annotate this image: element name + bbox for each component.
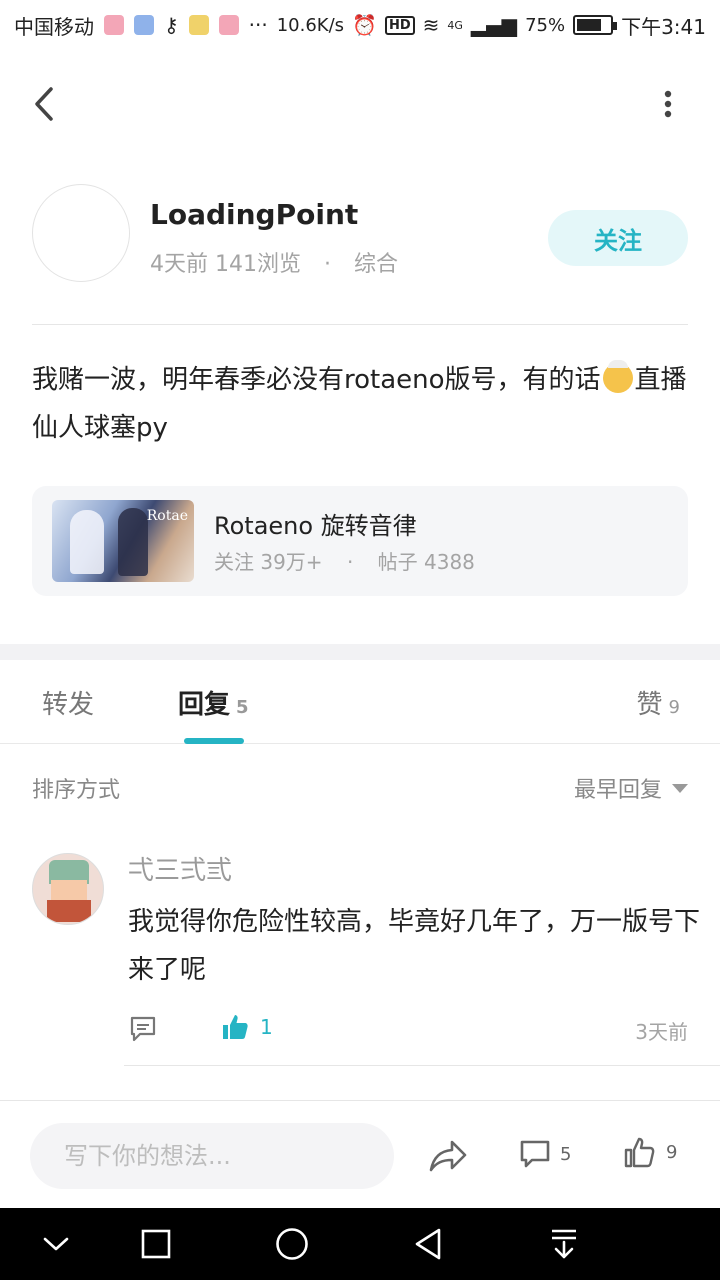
top-bar bbox=[0, 70, 720, 140]
topic-card[interactable]: Rotae Rotaeno 旋转音律 关注 39万+ · 帖子 4388 bbox=[32, 486, 688, 596]
active-tab-indicator bbox=[184, 738, 244, 744]
topic-thumb-logo: Rotae bbox=[146, 508, 188, 524]
commenter-avatar[interactable] bbox=[32, 853, 104, 925]
app-notification-icon bbox=[218, 15, 239, 35]
comment-item: 弌三弍弎 我觉得你危险性较高，毕竟好几年了，万一版号下来了呢 1 3天前 bbox=[32, 850, 720, 1070]
interaction-tabs: 转发 回复 5 赞9 bbox=[0, 660, 720, 744]
back-icon bbox=[35, 87, 53, 121]
comment-reply-button[interactable] bbox=[128, 1014, 158, 1044]
app-notification-icon bbox=[188, 15, 209, 35]
post-text-part1: 我赌一波，明年春季必没有rotaeno版号，有的话 bbox=[32, 365, 601, 395]
battery-icon bbox=[573, 15, 618, 35]
tab-like-count: 9 bbox=[668, 697, 680, 718]
status-bar: 中国移动 ⚷ ··· 10.6K/s ⏰ HD ≋ 4G ▂▄▆ 75% 下午3… bbox=[0, 0, 720, 50]
wifi-icon: ≋ bbox=[422, 13, 440, 37]
net-speed: 10.6K/s bbox=[276, 14, 345, 36]
battery-percent: 75% bbox=[525, 14, 566, 36]
download-tray-icon bbox=[552, 1229, 576, 1259]
like-button[interactable]: 9 bbox=[622, 1135, 677, 1169]
post-category[interactable]: 综合 bbox=[354, 252, 398, 277]
tab-like[interactable]: 赞9 bbox=[637, 684, 680, 721]
app-notification-icon bbox=[134, 15, 154, 35]
post-views: 141浏览 bbox=[215, 252, 301, 277]
author-name[interactable]: LoadingPoint bbox=[150, 198, 358, 231]
reply-input[interactable] bbox=[30, 1123, 394, 1189]
share-icon bbox=[429, 1140, 467, 1172]
comment-text: 我觉得你危险性较高，毕竟好几年了，万一版号下来了呢 bbox=[128, 907, 701, 985]
tab-reply-count: 5 bbox=[236, 697, 249, 718]
thumbs-up-icon bbox=[624, 1137, 655, 1168]
comment-icon bbox=[520, 1140, 550, 1168]
comment-like-button[interactable]: 1 bbox=[220, 1012, 273, 1042]
comment-time: 3天前 bbox=[635, 1020, 688, 1044]
section-separator bbox=[0, 644, 720, 660]
sort-value: 最早回复 bbox=[573, 778, 662, 803]
bottom-action-bar: 5 9 bbox=[0, 1100, 720, 1208]
comment-like-count: 1 bbox=[260, 1015, 273, 1039]
comment-count: 5 bbox=[560, 1143, 572, 1165]
topic-thumbnail: Rotae bbox=[52, 500, 194, 582]
nav-notifications-button[interactable] bbox=[546, 1226, 582, 1262]
nav-back-button[interactable] bbox=[410, 1226, 446, 1262]
clock: 下午3:41 bbox=[621, 14, 706, 39]
sort-dropdown[interactable]: 最早回复 bbox=[574, 772, 688, 804]
sort-label: 排序方式 bbox=[32, 778, 121, 803]
tab-reply-label: 回复 bbox=[178, 690, 231, 720]
topic-meta: 关注 39万+ · 帖子 4388 bbox=[214, 546, 475, 575]
triangle-back-icon bbox=[415, 1228, 441, 1260]
circle-icon bbox=[276, 1228, 308, 1260]
tab-reply[interactable]: 回复 5 bbox=[178, 684, 249, 721]
comment-actions: 1 3天前 bbox=[128, 1012, 688, 1048]
network-type: 4G bbox=[447, 18, 463, 32]
carrier-label: 中国移动 bbox=[14, 14, 94, 39]
meta-separator: · bbox=[346, 550, 354, 574]
post-author-header: LoadingPoint 4天前 141浏览 · 综合 关注 bbox=[32, 184, 688, 284]
meta-separator: · bbox=[324, 252, 331, 277]
divider bbox=[32, 324, 688, 325]
post-meta: 4天前 141浏览 · 综合 bbox=[150, 246, 398, 278]
nav-home-button[interactable] bbox=[274, 1226, 310, 1262]
thumbs-up-icon bbox=[223, 1015, 248, 1039]
author-avatar[interactable] bbox=[32, 184, 130, 282]
topic-title: Rotaeno 旋转音律 bbox=[214, 512, 417, 540]
system-nav-bar bbox=[0, 1208, 720, 1280]
like-count: 9 bbox=[666, 1141, 678, 1163]
back-button[interactable] bbox=[24, 84, 64, 124]
tab-like-label: 赞 bbox=[636, 690, 663, 720]
app-notification-icon bbox=[104, 15, 124, 35]
post-time: 4天前 bbox=[150, 252, 208, 277]
hd-icon: HD bbox=[384, 15, 415, 35]
sort-bar: 排序方式 最早回复 bbox=[32, 764, 688, 808]
comment-button[interactable]: 5 bbox=[518, 1137, 571, 1171]
topic-followers: 关注 39万+ bbox=[214, 550, 323, 574]
topic-posts: 帖子 4388 bbox=[377, 550, 475, 574]
nav-recents-button[interactable] bbox=[138, 1226, 174, 1262]
commenter-name[interactable]: 弌三弍弎 bbox=[128, 850, 232, 887]
share-button[interactable] bbox=[428, 1139, 468, 1175]
nav-collapse-button[interactable] bbox=[38, 1226, 74, 1262]
more-vertical-icon bbox=[664, 90, 672, 118]
signal-icon: ▂▄▆ bbox=[470, 13, 518, 37]
chevron-down-icon bbox=[672, 783, 688, 793]
chevron-down-icon bbox=[43, 1237, 69, 1251]
more-options-button[interactable] bbox=[656, 84, 680, 124]
divider bbox=[124, 1065, 720, 1066]
tab-repost[interactable]: 转发 bbox=[42, 684, 94, 721]
key-icon: ⚷ bbox=[164, 13, 179, 37]
post-body: 我赌一波，明年春季必没有rotaeno版号，有的话 直播仙人球塞py bbox=[32, 356, 688, 452]
more-notifications-icon: ··· bbox=[248, 13, 268, 37]
tab-repost-label: 转发 bbox=[42, 690, 95, 720]
square-icon bbox=[141, 1229, 171, 1259]
old-man-emoji-icon bbox=[602, 360, 633, 393]
alarm-icon: ⏰ bbox=[352, 13, 377, 37]
reply-icon bbox=[130, 1016, 156, 1042]
follow-button[interactable]: 关注 bbox=[548, 210, 688, 266]
